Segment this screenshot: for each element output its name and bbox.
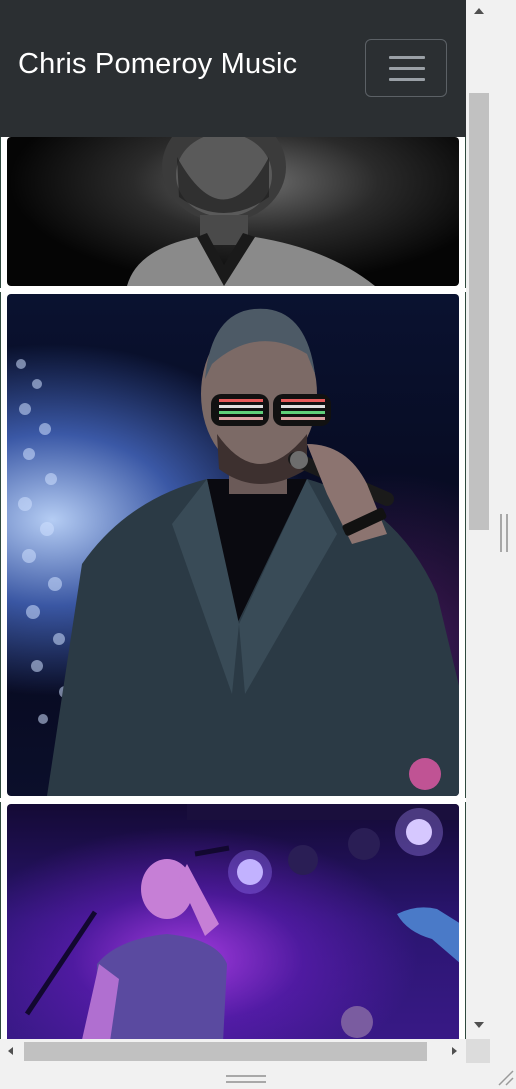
- page-viewport: Chris Pomeroy Music: [0, 0, 466, 1039]
- vertical-resize-grip-icon[interactable]: [500, 514, 510, 552]
- horizontal-resize-grip-icon[interactable]: [226, 1075, 266, 1084]
- window-resize-grip-icon[interactable]: [496, 1068, 514, 1086]
- site-brand[interactable]: Chris Pomeroy Music: [18, 48, 297, 81]
- photo-card: [0, 292, 466, 798]
- photo-card: [0, 135, 466, 288]
- scroll-down-arrow-icon[interactable]: [470, 1016, 488, 1034]
- bw-portrait-photo: [7, 137, 459, 286]
- menu-toggle-button[interactable]: [365, 39, 447, 97]
- hamburger-menu-icon: [389, 56, 425, 82]
- scroll-left-arrow-icon[interactable]: [5, 1045, 17, 1057]
- singer-stage-photo: [7, 804, 459, 1039]
- scrollbar-corner: [466, 1039, 490, 1063]
- vertical-scrollbar-thumb[interactable]: [469, 93, 489, 530]
- horizontal-scrollbar-thumb[interactable]: [24, 1042, 427, 1061]
- photo-card: [0, 802, 466, 1039]
- top-navbar: Chris Pomeroy Music: [0, 0, 466, 137]
- scroll-up-arrow-icon[interactable]: [470, 2, 488, 20]
- scroll-right-arrow-icon[interactable]: [448, 1045, 460, 1057]
- singer-glasses-photo: [7, 294, 459, 796]
